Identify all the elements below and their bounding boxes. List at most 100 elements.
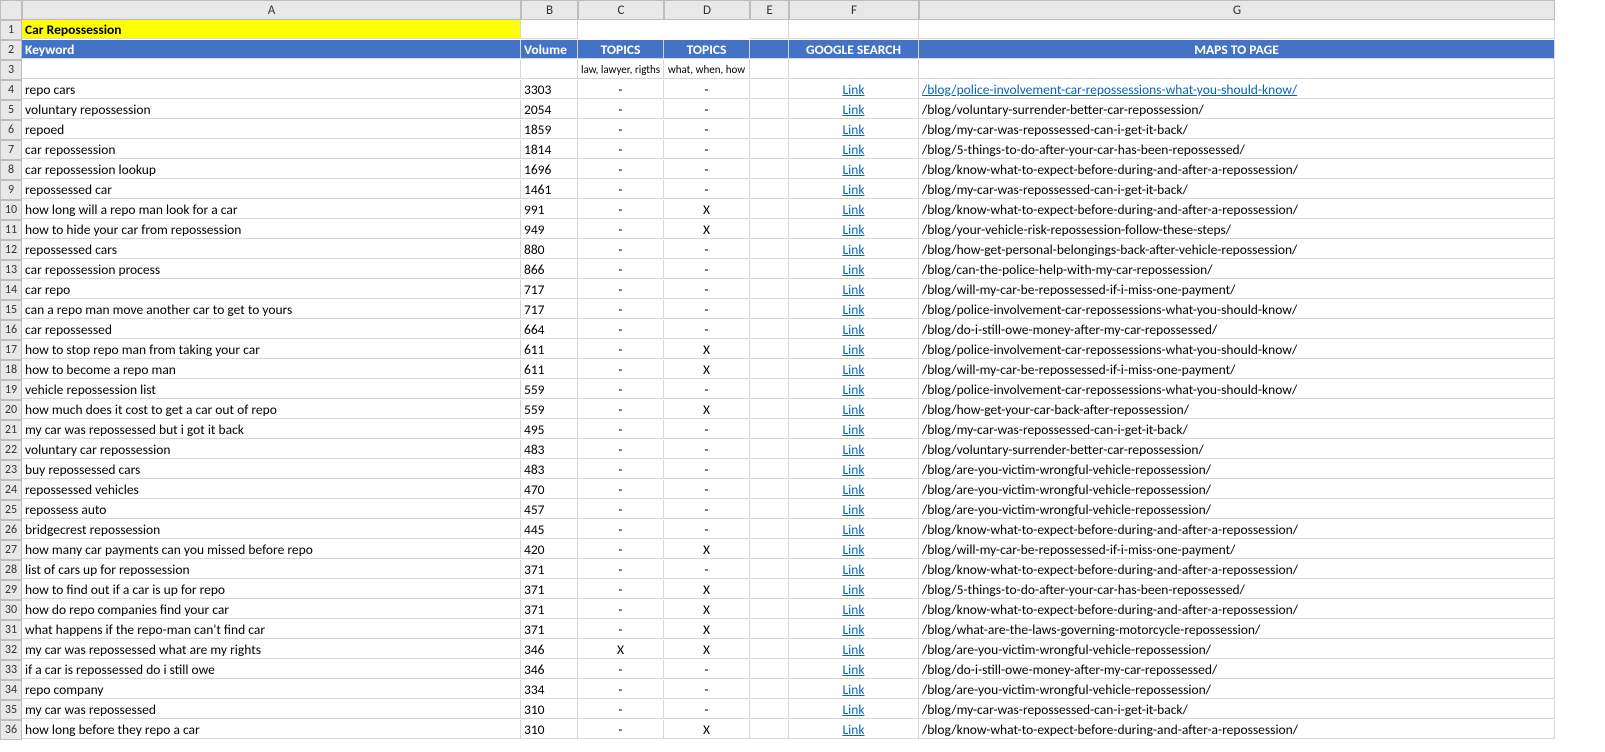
cell[interactable] bbox=[750, 420, 789, 439]
cell[interactable] bbox=[750, 100, 789, 119]
legal-topic-cell[interactable]: X bbox=[578, 640, 664, 659]
google-search-link[interactable]: Link bbox=[842, 261, 864, 278]
google-search-cell[interactable]: Link bbox=[789, 240, 919, 259]
cell[interactable] bbox=[750, 400, 789, 419]
legal-topic-cell[interactable]: - bbox=[578, 700, 664, 719]
blog-topic-cell[interactable]: - bbox=[664, 480, 750, 499]
cell[interactable] bbox=[750, 280, 789, 299]
blog-topic-cell[interactable]: X bbox=[664, 720, 750, 739]
cell[interactable] bbox=[521, 20, 578, 39]
google-search-link[interactable]: Link bbox=[842, 541, 864, 558]
google-search-cell[interactable]: Link bbox=[789, 160, 919, 179]
legal-topic-cell[interactable]: - bbox=[578, 480, 664, 499]
blog-topic-cell[interactable]: - bbox=[664, 80, 750, 99]
maps-to-page-cell[interactable]: /blog/police-involvement-car-repossessio… bbox=[919, 340, 1555, 359]
legal-topic-cell[interactable]: - bbox=[578, 400, 664, 419]
google-search-link[interactable]: Link bbox=[842, 481, 864, 498]
cell[interactable] bbox=[750, 620, 789, 639]
header-a[interactable]: Keyword bbox=[22, 40, 521, 59]
maps-to-page-cell[interactable]: /blog/police-involvement-car-repossessio… bbox=[919, 380, 1555, 399]
cell[interactable] bbox=[750, 380, 789, 399]
volume-cell[interactable]: 611 bbox=[521, 340, 578, 359]
google-search-cell[interactable]: Link bbox=[789, 700, 919, 719]
maps-to-page-cell[interactable]: /blog/police-involvement-car-repossessio… bbox=[919, 80, 1555, 99]
google-search-cell[interactable]: Link bbox=[789, 80, 919, 99]
maps-to-page-cell[interactable]: /blog/how-get-your-car-back-after-reposs… bbox=[919, 400, 1555, 419]
row-header-27[interactable]: 27 bbox=[0, 540, 22, 560]
maps-to-page-link[interactable]: /blog/police-involvement-car-repossessio… bbox=[922, 81, 1297, 98]
row-header-24[interactable]: 24 bbox=[0, 480, 22, 500]
maps-to-page-cell[interactable]: /blog/what-are-the-laws-governing-motorc… bbox=[919, 620, 1555, 639]
cell[interactable] bbox=[789, 20, 919, 39]
google-search-cell[interactable]: Link bbox=[789, 280, 919, 299]
cell[interactable] bbox=[750, 540, 789, 559]
legal-topic-cell[interactable]: - bbox=[578, 100, 664, 119]
row-header-4[interactable]: 4 bbox=[0, 80, 22, 100]
row-header-3[interactable]: 3 bbox=[0, 60, 22, 80]
legal-topic-cell[interactable]: - bbox=[578, 380, 664, 399]
keyword-cell[interactable]: if a car is repossessed do i still owe bbox=[22, 660, 521, 679]
blog-topic-cell[interactable]: - bbox=[664, 660, 750, 679]
maps-to-page-cell[interactable]: /blog/how-get-personal-belongings-back-a… bbox=[919, 240, 1555, 259]
row-header-29[interactable]: 29 bbox=[0, 580, 22, 600]
cell[interactable] bbox=[750, 260, 789, 279]
row-header-25[interactable]: 25 bbox=[0, 500, 22, 520]
keyword-cell[interactable]: voluntary repossession bbox=[22, 100, 521, 119]
cell[interactable] bbox=[750, 140, 789, 159]
cell[interactable] bbox=[750, 320, 789, 339]
subheader-c[interactable]: law, lawyer, rigths bbox=[578, 60, 664, 79]
google-search-link[interactable]: Link bbox=[842, 341, 864, 358]
google-search-link[interactable]: Link bbox=[842, 321, 864, 338]
keyword-cell[interactable]: my car was repossessed what are my right… bbox=[22, 640, 521, 659]
row-header-19[interactable]: 19 bbox=[0, 380, 22, 400]
maps-to-page-cell[interactable]: /blog/know-what-to-expect-before-during-… bbox=[919, 200, 1555, 219]
legal-topic-cell[interactable]: - bbox=[578, 560, 664, 579]
keyword-cell[interactable]: car repossessed bbox=[22, 320, 521, 339]
header-d[interactable]: TOPICS bbox=[664, 40, 750, 59]
volume-cell[interactable]: 880 bbox=[521, 240, 578, 259]
col-header-F[interactable]: F bbox=[789, 0, 919, 20]
keyword-cell[interactable]: voluntary car repossession bbox=[22, 440, 521, 459]
google-search-link[interactable]: Link bbox=[842, 301, 864, 318]
legal-topic-cell[interactable]: - bbox=[578, 320, 664, 339]
maps-to-page-cell[interactable]: /blog/know-what-to-expect-before-during-… bbox=[919, 720, 1555, 739]
cell[interactable] bbox=[919, 20, 1555, 39]
header-f[interactable]: GOOGLE SEARCH bbox=[789, 40, 919, 59]
google-search-link[interactable]: Link bbox=[842, 81, 864, 98]
row-header-30[interactable]: 30 bbox=[0, 600, 22, 620]
volume-cell[interactable]: 559 bbox=[521, 380, 578, 399]
google-search-link[interactable]: Link bbox=[842, 381, 864, 398]
legal-topic-cell[interactable]: - bbox=[578, 160, 664, 179]
row-header-36[interactable]: 36 bbox=[0, 720, 22, 740]
header-b[interactable]: Volume bbox=[521, 40, 578, 59]
google-search-link[interactable]: Link bbox=[842, 281, 864, 298]
cell[interactable] bbox=[750, 180, 789, 199]
google-search-cell[interactable]: Link bbox=[789, 320, 919, 339]
google-search-link[interactable]: Link bbox=[842, 701, 864, 718]
cell[interactable] bbox=[750, 300, 789, 319]
google-search-link[interactable]: Link bbox=[842, 221, 864, 238]
volume-cell[interactable]: 1814 bbox=[521, 140, 578, 159]
keyword-cell[interactable]: can a repo man move another car to get t… bbox=[22, 300, 521, 319]
google-search-cell[interactable]: Link bbox=[789, 100, 919, 119]
row-header-13[interactable]: 13 bbox=[0, 260, 22, 280]
google-search-cell[interactable]: Link bbox=[789, 200, 919, 219]
maps-to-page-cell[interactable]: /blog/are-you-victim-wrongful-vehicle-re… bbox=[919, 500, 1555, 519]
maps-to-page-cell[interactable]: /blog/are-you-victim-wrongful-vehicle-re… bbox=[919, 460, 1555, 479]
volume-cell[interactable]: 1461 bbox=[521, 180, 578, 199]
cell[interactable] bbox=[750, 680, 789, 699]
maps-to-page-cell[interactable]: /blog/voluntary-surrender-better-car-rep… bbox=[919, 100, 1555, 119]
google-search-cell[interactable]: Link bbox=[789, 620, 919, 639]
legal-topic-cell[interactable]: - bbox=[578, 360, 664, 379]
maps-to-page-cell[interactable]: /blog/5-things-to-do-after-your-car-has-… bbox=[919, 140, 1555, 159]
blog-topic-cell[interactable]: X bbox=[664, 620, 750, 639]
volume-cell[interactable]: 664 bbox=[521, 320, 578, 339]
google-search-cell[interactable]: Link bbox=[789, 140, 919, 159]
maps-to-page-cell[interactable]: /blog/do-i-still-owe-money-after-my-car-… bbox=[919, 660, 1555, 679]
cell[interactable] bbox=[750, 340, 789, 359]
cell[interactable] bbox=[750, 80, 789, 99]
volume-cell[interactable]: 717 bbox=[521, 300, 578, 319]
cell[interactable] bbox=[750, 240, 789, 259]
volume-cell[interactable]: 483 bbox=[521, 440, 578, 459]
blog-topic-cell[interactable]: X bbox=[664, 600, 750, 619]
